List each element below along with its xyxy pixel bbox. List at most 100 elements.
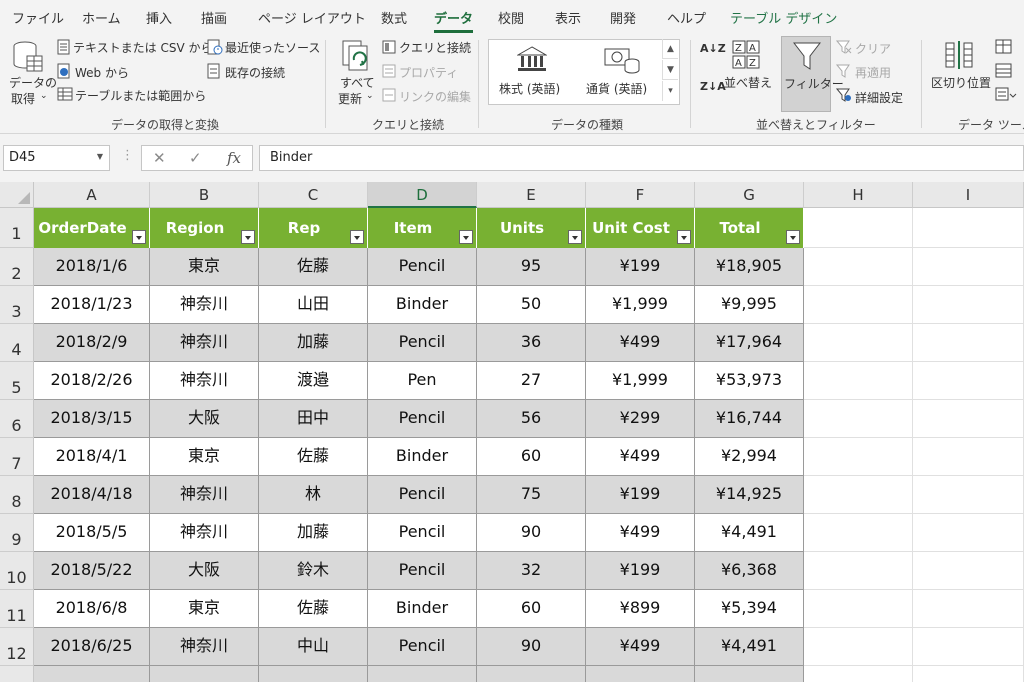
table-cell[interactable]: 56 — [477, 400, 586, 438]
formula-bar-grip[interactable]: ⋮ — [121, 148, 134, 163]
from-web-button[interactable]: Web から — [75, 64, 129, 81]
chevron-down-icon[interactable]: ▼ — [97, 152, 103, 161]
filter-dropdown-icon[interactable] — [459, 230, 473, 244]
table-cell[interactable]: 神奈川 — [150, 514, 259, 552]
table-cell[interactable]: 鈴木 — [259, 552, 368, 590]
table-cell[interactable]: ¥4,491 — [695, 514, 804, 552]
table-cell[interactable]: ¥299 — [586, 400, 695, 438]
table-cell[interactable]: Pencil — [368, 248, 477, 286]
tab-insert[interactable]: 挿入 — [146, 8, 172, 27]
table-cell[interactable]: 95 — [477, 248, 586, 286]
table-cell[interactable]: 田中 — [259, 400, 368, 438]
currency-button[interactable]: 通貨 (英語) — [586, 80, 647, 97]
table-header-cell[interactable]: Rep — [259, 208, 368, 248]
cell[interactable] — [804, 628, 913, 666]
table-cell[interactable]: ¥499 — [586, 514, 695, 552]
table-cell[interactable]: 中山 — [259, 628, 368, 666]
insert-function-icon[interactable]: fx — [227, 149, 241, 167]
cell[interactable] — [368, 666, 477, 682]
table-cell[interactable]: ¥5,394 — [695, 590, 804, 628]
cell[interactable] — [913, 666, 1024, 682]
reapply-button[interactable]: 再適用 — [855, 64, 891, 81]
table-cell[interactable]: ¥499 — [586, 438, 695, 476]
edit-links-button[interactable]: リンクの編集 — [399, 88, 471, 105]
table-cell[interactable]: ¥199 — [586, 248, 695, 286]
filter-dropdown-icon[interactable] — [568, 230, 582, 244]
table-cell[interactable]: 渡邉 — [259, 362, 368, 400]
gallery-scroll-up[interactable]: ▲ — [662, 39, 678, 59]
column-header-h[interactable]: H — [804, 182, 913, 208]
table-cell[interactable]: ¥18,905 — [695, 248, 804, 286]
tab-review[interactable]: 校閲 — [498, 8, 524, 27]
table-cell[interactable]: 2018/5/22 — [34, 552, 150, 590]
table-cell[interactable]: 2018/1/23 — [34, 286, 150, 324]
tab-file[interactable]: ファイル — [12, 8, 64, 27]
table-cell[interactable]: Binder — [368, 438, 477, 476]
table-cell[interactable]: 2018/6/8 — [34, 590, 150, 628]
tab-data[interactable]: データ — [434, 8, 474, 33]
from-table-range-button[interactable]: テーブルまたは範囲から — [75, 87, 206, 104]
table-cell[interactable]: 加藤 — [259, 514, 368, 552]
table-cell[interactable]: 東京 — [150, 438, 259, 476]
cell[interactable] — [477, 666, 586, 682]
cell[interactable] — [913, 514, 1024, 552]
table-cell[interactable]: ¥1,999 — [586, 362, 695, 400]
table-cell[interactable]: 2018/4/1 — [34, 438, 150, 476]
table-cell[interactable]: 75 — [477, 476, 586, 514]
cell[interactable] — [913, 628, 1024, 666]
cell[interactable] — [804, 438, 913, 476]
table-cell[interactable]: ¥17,964 — [695, 324, 804, 362]
row-header[interactable]: 5 — [0, 362, 34, 400]
cell[interactable] — [913, 552, 1024, 590]
table-cell[interactable]: 大阪 — [150, 400, 259, 438]
table-cell[interactable]: 2018/5/5 — [34, 514, 150, 552]
existing-connections-button[interactable]: 既存の接続 — [225, 64, 285, 81]
column-header-d[interactable]: D — [368, 182, 477, 208]
table-cell[interactable]: ¥53,973 — [695, 362, 804, 400]
table-cell[interactable]: ¥14,925 — [695, 476, 804, 514]
cell[interactable] — [913, 438, 1024, 476]
table-header-cell[interactable]: Total — [695, 208, 804, 248]
row-header[interactable]: 13 — [0, 666, 34, 682]
table-cell[interactable]: ¥499 — [586, 628, 695, 666]
row-header[interactable]: 4 — [0, 324, 34, 362]
row-header[interactable]: 1 — [0, 208, 34, 248]
filter-dropdown-icon[interactable] — [132, 230, 146, 244]
table-cell[interactable]: Binder — [368, 286, 477, 324]
table-cell[interactable]: 2018/1/6 — [34, 248, 150, 286]
row-header[interactable]: 9 — [0, 514, 34, 552]
table-cell[interactable]: 2018/3/15 — [34, 400, 150, 438]
table-cell[interactable]: 東京 — [150, 248, 259, 286]
row-header[interactable]: 7 — [0, 438, 34, 476]
cell[interactable] — [804, 248, 913, 286]
table-cell[interactable]: 2018/2/26 — [34, 362, 150, 400]
cell[interactable] — [913, 286, 1024, 324]
table-cell[interactable]: 36 — [477, 324, 586, 362]
cell[interactable] — [804, 286, 913, 324]
tab-home[interactable]: ホーム — [82, 8, 121, 27]
table-header-cell[interactable]: OrderDate — [34, 208, 150, 248]
table-cell[interactable]: 加藤 — [259, 324, 368, 362]
gallery-scroll-down[interactable]: ▼ — [662, 60, 678, 80]
table-cell[interactable]: 神奈川 — [150, 362, 259, 400]
table-cell[interactable]: Pencil — [368, 514, 477, 552]
chevron-down-icon[interactable]: ⌄ — [40, 91, 48, 101]
column-header-a[interactable]: A — [34, 182, 150, 208]
row-header[interactable]: 10 — [0, 552, 34, 590]
table-header-cell[interactable]: Units — [477, 208, 586, 248]
row-header[interactable]: 3 — [0, 286, 34, 324]
select-all-button[interactable] — [0, 182, 34, 208]
table-cell[interactable]: ¥2,994 — [695, 438, 804, 476]
table-cell[interactable]: ¥16,744 — [695, 400, 804, 438]
filter-dropdown-icon[interactable] — [350, 230, 364, 244]
table-cell[interactable]: 神奈川 — [150, 476, 259, 514]
table-cell[interactable]: 2018/6/25 — [34, 628, 150, 666]
flash-fill-icon[interactable] — [995, 39, 1013, 55]
table-cell[interactable]: ¥4,491 — [695, 628, 804, 666]
sort-icon[interactable]: Z A A Z — [732, 40, 762, 70]
cancel-icon[interactable]: ✕ — [153, 149, 166, 167]
clear-filter-button[interactable]: クリア — [855, 40, 891, 57]
column-header-g[interactable]: G — [695, 182, 804, 208]
advanced-filter-button[interactable]: 詳細設定 — [855, 89, 903, 106]
cell[interactable] — [804, 362, 913, 400]
